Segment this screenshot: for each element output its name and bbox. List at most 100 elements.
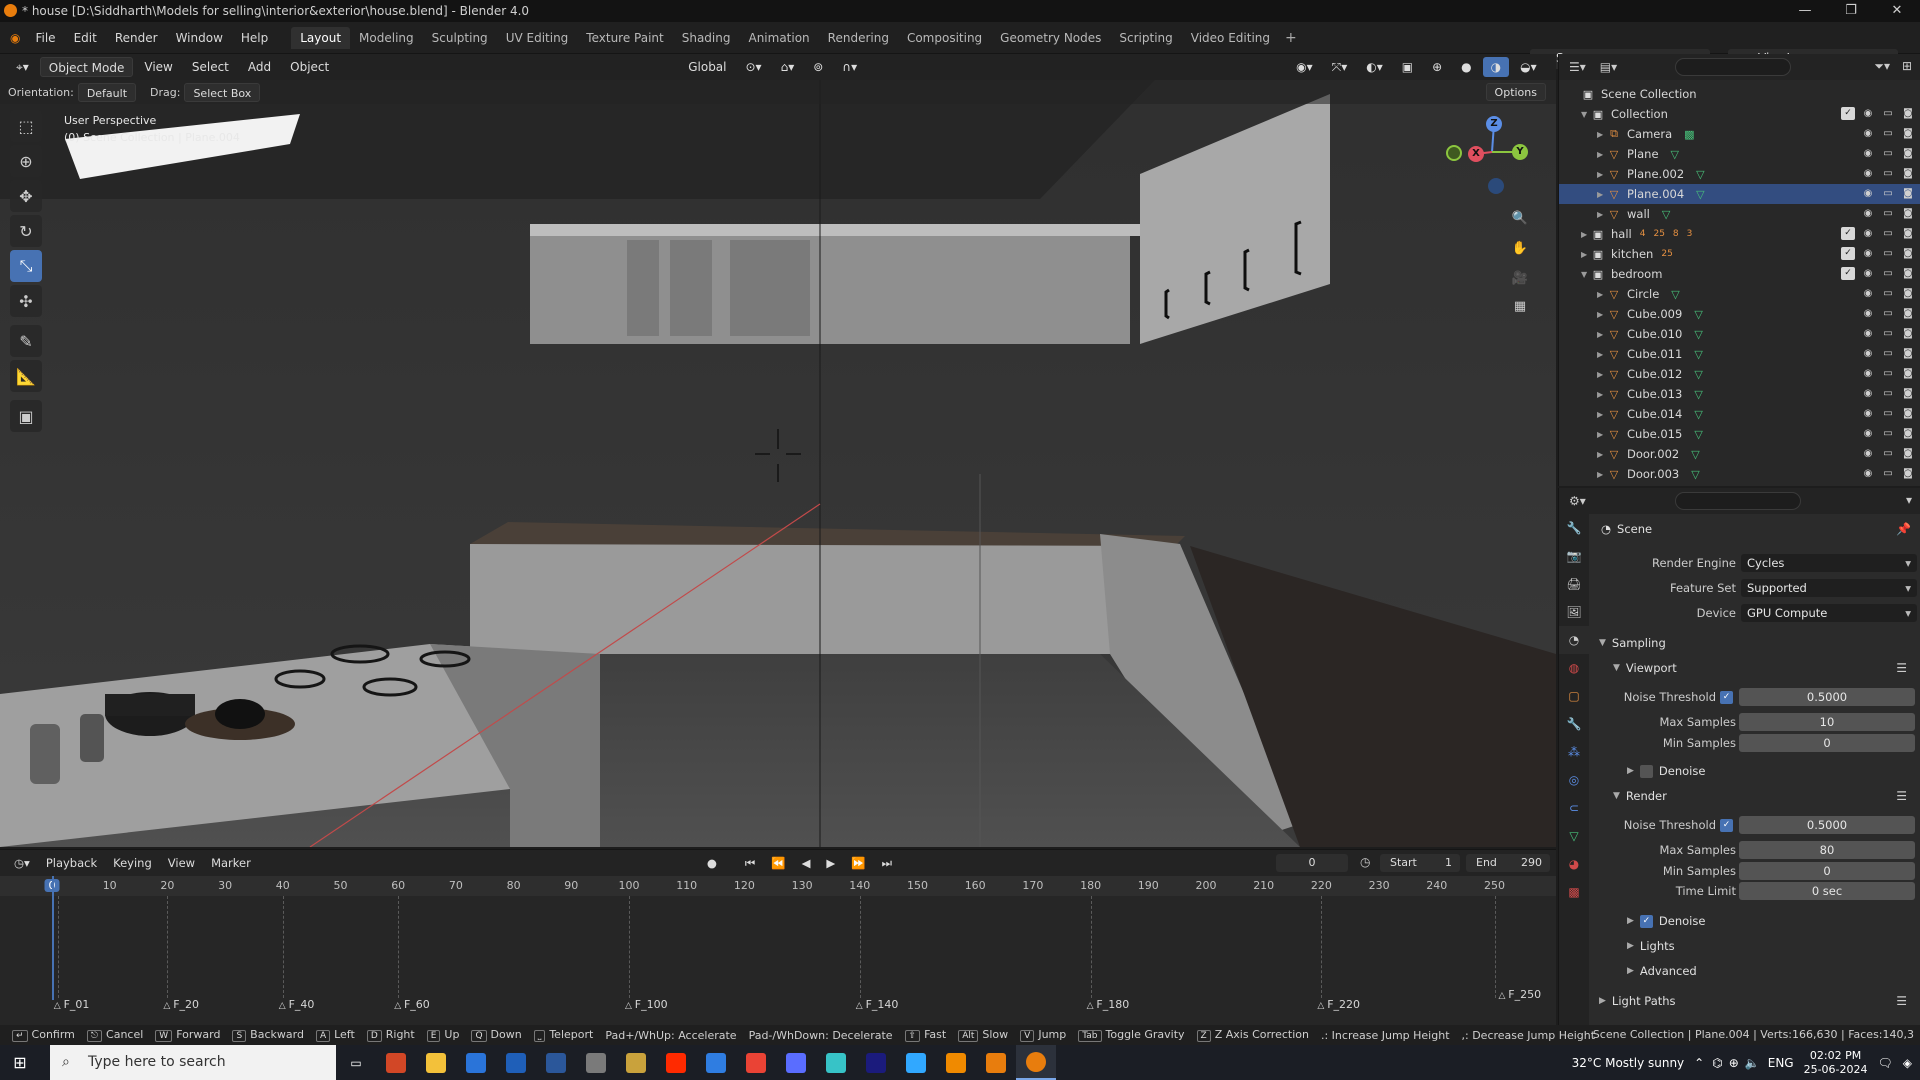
mesh-data-icon[interactable]: ▽: [1662, 208, 1670, 221]
taskbar-app-icon[interactable]: [856, 1045, 896, 1080]
play-reverse-icon[interactable]: ◀: [794, 856, 819, 870]
ortho-grid-icon[interactable]: ▦: [1508, 294, 1532, 318]
jump-end-icon[interactable]: ⏭: [874, 856, 900, 871]
chevron-right-icon[interactable]: ▶: [1597, 130, 1607, 139]
monitor-icon[interactable]: ▭: [1881, 227, 1895, 240]
shading-wireframe-icon[interactable]: ⊕: [1424, 57, 1450, 77]
chevron-right-icon[interactable]: ▶: [1597, 450, 1607, 459]
light-paths-panel-header[interactable]: ▶ Light Paths: [1599, 994, 1676, 1008]
timeline-marker[interactable]: △ F_180: [1087, 998, 1130, 1011]
camera-render-icon[interactable]: ◙: [1901, 187, 1915, 200]
camera-render-icon[interactable]: ◙: [1901, 367, 1915, 380]
y-axis-icon[interactable]: Y: [1512, 144, 1528, 160]
menu-select[interactable]: Select: [184, 57, 237, 77]
z-axis-icon[interactable]: Z: [1486, 116, 1502, 132]
tray-expand-icon[interactable]: ⌃: [1694, 1056, 1704, 1070]
device-dropdown[interactable]: GPU Compute: [1741, 604, 1917, 622]
windows-start-icon[interactable]: ⊞: [0, 1053, 40, 1072]
menu-marker[interactable]: Marker: [203, 856, 259, 870]
chevron-down-icon[interactable]: ▼: [1581, 270, 1591, 279]
maximize-button[interactable]: ❐: [1828, 0, 1874, 22]
world-tab-icon[interactable]: ◍: [1559, 654, 1589, 682]
chevron-right-icon[interactable]: ▶: [1597, 150, 1607, 159]
camera-render-icon[interactable]: ◙: [1901, 107, 1915, 120]
taskbar-app-icon[interactable]: [1016, 1045, 1056, 1080]
camera-render-icon[interactable]: ◙: [1901, 447, 1915, 460]
eye-icon[interactable]: ◉: [1861, 247, 1875, 260]
camera-render-icon[interactable]: ◙: [1901, 427, 1915, 440]
texture-tab-icon[interactable]: ▩: [1559, 878, 1589, 906]
outliner-item[interactable]: ▶ ▣ kitchen 25 ✓ ◉ ▭ ◙: [1559, 244, 1920, 264]
notifications-icon[interactable]: 🗨: [1878, 1056, 1893, 1070]
eye-icon[interactable]: ◉: [1861, 307, 1875, 320]
globe-icon[interactable]: ⊕: [1729, 1056, 1739, 1070]
outliner-item[interactable]: ▶ ▣ hall 4 25 8 3 ✓ ◉ ▭ ◙: [1559, 224, 1920, 244]
chevron-right-icon[interactable]: ▶: [1597, 210, 1607, 219]
proportional-edit-icon[interactable]: ⊚: [805, 57, 831, 77]
modifier-tab-icon[interactable]: 🔧: [1559, 710, 1589, 738]
drag-dropdown[interactable]: Select Box: [184, 82, 261, 102]
select-box-tool-icon[interactable]: ⬚: [10, 110, 42, 142]
eye-icon[interactable]: ◉: [1861, 327, 1875, 340]
camera-render-icon[interactable]: ◙: [1901, 267, 1915, 280]
scale-tool-icon[interactable]: ⤡: [10, 250, 42, 282]
add-workspace-button[interactable]: +: [1285, 30, 1297, 46]
eye-icon[interactable]: ◉: [1861, 267, 1875, 280]
taskbar-app-icon[interactable]: [976, 1045, 1016, 1080]
outliner-item[interactable]: ▶ ▽ Door.002 ▽ ◉ ▭ ◙: [1559, 444, 1920, 464]
outliner-item[interactable]: ▶ ▽ Cube.009 ▽ ◉ ▭ ◙: [1559, 304, 1920, 324]
exclude-checkbox[interactable]: ✓: [1841, 267, 1855, 280]
chevron-right-icon[interactable]: ▶: [1597, 310, 1607, 319]
tool-tab-icon[interactable]: 🔧: [1559, 514, 1589, 542]
gizmo-toggle-icon[interactable]: ⤧▾: [1324, 57, 1356, 77]
outliner-search-input[interactable]: [1675, 58, 1791, 76]
x-axis-icon[interactable]: X: [1468, 146, 1484, 162]
monitor-icon[interactable]: ▭: [1881, 207, 1895, 220]
menu-playback[interactable]: Playback: [38, 856, 105, 870]
timeline-marker[interactable]: △ F_20: [163, 998, 199, 1011]
timeline-marker[interactable]: △ F_250: [1499, 988, 1542, 1001]
visibility-icon[interactable]: ◉▾: [1288, 57, 1321, 77]
eye-icon[interactable]: ◉: [1861, 287, 1875, 300]
tab-texture-paint[interactable]: Texture Paint: [577, 27, 672, 49]
child-count-badge[interactable]: 25: [1661, 249, 1672, 259]
chevron-right-icon[interactable]: ▶: [1597, 390, 1607, 399]
outliner-item[interactable]: ▶ ▽ Cube.010 ▽ ◉ ▭ ◙: [1559, 324, 1920, 344]
tab-scripting[interactable]: Scripting: [1110, 27, 1181, 49]
camera-render-icon[interactable]: ◙: [1901, 307, 1915, 320]
viewport-min-samples-field[interactable]: 0: [1739, 734, 1915, 752]
mesh-data-icon[interactable]: ▽: [1694, 328, 1702, 341]
taskbar-app-icon[interactable]: [536, 1045, 576, 1080]
task-view-icon[interactable]: ▭: [336, 1045, 376, 1080]
copilot-icon[interactable]: ◈: [1903, 1056, 1912, 1070]
outliner-item[interactable]: ▶ ⧉ Camera ▩ ◉ ▭ ◙: [1559, 124, 1920, 144]
snap-icon[interactable]: ⌂▾: [773, 57, 803, 77]
lights-subpanel-header[interactable]: ▶ Lights: [1627, 939, 1675, 953]
jump-start-icon[interactable]: ⏮: [737, 856, 763, 871]
taskbar-app-icon[interactable]: [816, 1045, 856, 1080]
eye-icon[interactable]: ◉: [1861, 147, 1875, 160]
outliner-item[interactable]: ▶ ▽ Cube.015 ▽ ◉ ▭ ◙: [1559, 424, 1920, 444]
monitor-icon[interactable]: ▭: [1881, 167, 1895, 180]
filter-icon[interactable]: ⏷▾: [1874, 59, 1890, 74]
blender-menu-icon[interactable]: ◉: [0, 31, 26, 45]
monitor-icon[interactable]: ▭: [1881, 367, 1895, 380]
end-frame-field[interactable]: End 290: [1466, 854, 1550, 872]
monitor-icon[interactable]: ▭: [1881, 447, 1895, 460]
pan-hand-icon[interactable]: ✋: [1508, 236, 1532, 260]
outliner-item[interactable]: ▶ ▽ Circle ▽ ◉ ▭ ◙: [1559, 284, 1920, 304]
current-frame-field[interactable]: 0: [1276, 854, 1348, 872]
feature-set-dropdown[interactable]: Supported: [1741, 579, 1917, 597]
presets-list-icon[interactable]: ☰: [1896, 661, 1907, 675]
tab-shading[interactable]: Shading: [673, 27, 740, 49]
timeline-marker[interactable]: △ F_01: [54, 998, 90, 1011]
transform-tool-icon[interactable]: ✣: [10, 285, 42, 317]
falloff-icon[interactable]: ∩▾: [834, 57, 865, 77]
outliner-item[interactable]: ▶ ▽ Plane.004 ▽ ◉ ▭ ◙: [1559, 184, 1920, 204]
camera-render-icon[interactable]: ◙: [1901, 247, 1915, 260]
constraints-tab-icon[interactable]: ⊂: [1559, 794, 1589, 822]
new-collection-icon[interactable]: ⊞: [1902, 59, 1912, 73]
outliner-item[interactable]: ▶ ▽ Cube.014 ▽ ◉ ▭ ◙: [1559, 404, 1920, 424]
playhead[interactable]: [52, 876, 54, 1000]
menu-render[interactable]: Render: [106, 31, 167, 45]
